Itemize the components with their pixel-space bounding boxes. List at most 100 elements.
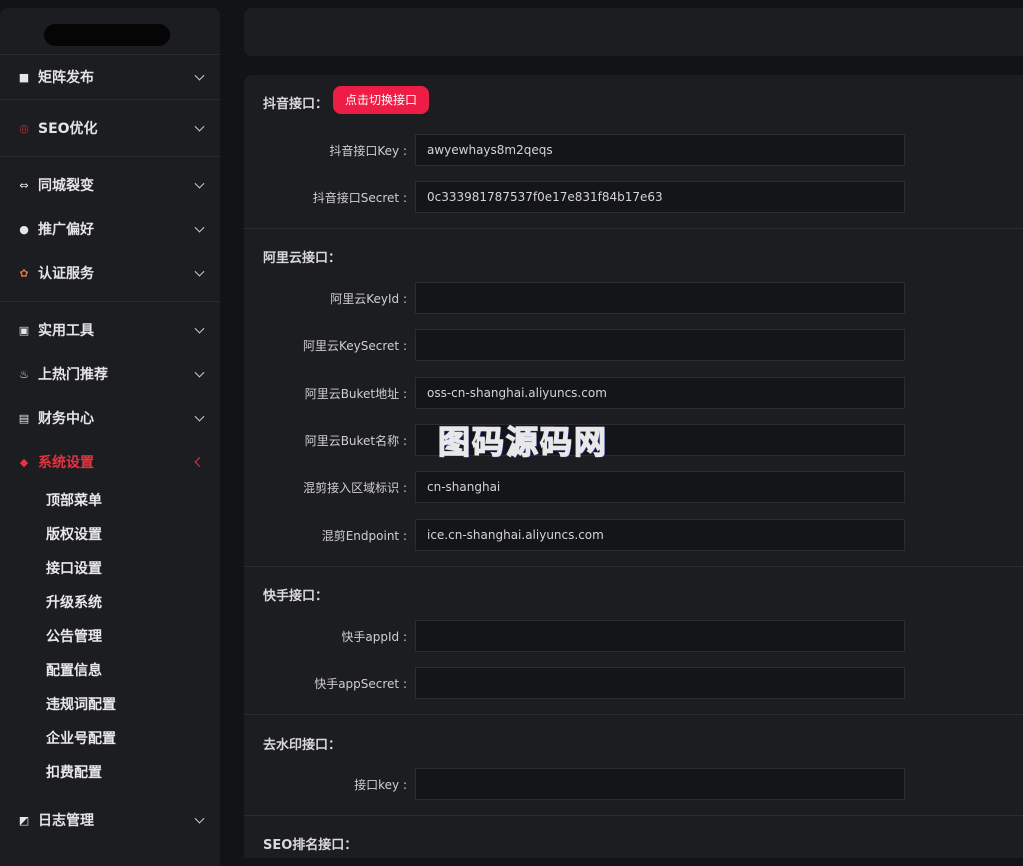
logo (44, 24, 170, 46)
nav-group-2: ◎ SEO优化 (0, 100, 220, 157)
sidebar-item-label: 财务中心 (38, 411, 94, 427)
sidebar: ■ 矩阵发布 ◎ SEO优化 ⇔ 同城裂变 ● 推广偏好 ✿ 认证服务 ▣ 实用… (0, 8, 220, 866)
ice-region-input[interactable] (415, 471, 905, 503)
submenu-item-top-menu[interactable]: 顶部菜单 (0, 484, 220, 518)
aliyun-bucket-name-input[interactable] (415, 424, 905, 456)
chevron-down-icon (194, 121, 205, 132)
aliyun-section-title: 阿里云接口： (263, 251, 342, 266)
field-label: 接口key : (354, 778, 407, 792)
sidebar-item-label: 推广偏好 (38, 222, 94, 238)
sidebar-item-label: 系统设置 (38, 455, 94, 471)
chevron-down-icon (194, 813, 205, 824)
form-row-kuaishou-appid: 快手appId : (244, 620, 1023, 654)
sidebar-item-city-fission[interactable]: ⇔ 同城裂变 (0, 163, 220, 207)
sidebar-item-logs[interactable]: ◩ 日志管理 (0, 798, 220, 842)
sidebar-item-label: 矩阵发布 (38, 70, 94, 86)
settings-submenu: 顶部菜单 版权设置 接口设置 升级系统 公告管理 配置信息 违规词配置 企业号配… (0, 484, 220, 790)
watermark-api-section-title: 去水印接口： (263, 738, 342, 753)
sidebar-item-hot-recommend[interactable]: ♨ 上热门推荐 (0, 352, 220, 396)
field-label: 抖音接口Key : (329, 144, 407, 158)
wallet-icon: ▤ (18, 411, 30, 425)
api-settings-panel: 抖音接口： 点击切换接口 抖音接口Key : 抖音接口Secret : 阿里云接… (244, 75, 1023, 858)
form-row-aliyun-bucket-name: 阿里云Buket名称 : (244, 424, 1023, 458)
log-icon: ◩ (18, 813, 30, 827)
sidebar-item-tools[interactable]: ▣ 实用工具 (0, 308, 220, 352)
chevron-down-icon (194, 367, 205, 378)
submenu-item-upgrade[interactable]: 升级系统 (0, 586, 220, 620)
sidebar-item-label: SEO优化 (38, 121, 98, 137)
field-label: 阿里云Buket名称 : (304, 434, 407, 448)
form-row-aliyun-keysecret: 阿里云KeySecret : (244, 329, 1023, 363)
douyin-key-input[interactable] (415, 134, 905, 166)
sidebar-item-seo[interactable]: ◎ SEO优化 (0, 100, 220, 156)
switch-api-button[interactable]: 点击切换接口 (333, 86, 430, 114)
link-icon: ⇔ (19, 178, 29, 192)
field-label: 混剪接入区域标识 : (303, 481, 407, 495)
settings-icon: ◆ (19, 455, 29, 469)
toolbox-icon: ▣ (18, 323, 30, 337)
kuaishou-appid-input[interactable] (415, 620, 905, 652)
submenu-item-billing[interactable]: 扣费配置 (0, 756, 220, 790)
form-row-watermark-api-key: 接口key : (244, 768, 1023, 802)
nav-group-1: ■ 矩阵发布 (0, 55, 220, 100)
kuaishou-section-title: 快手接口： (263, 589, 329, 604)
aliyun-keyid-input[interactable] (415, 282, 905, 314)
fire-icon: ♨ (19, 367, 29, 381)
field-label: 混剪Endpoint : (321, 529, 407, 543)
form-row-ice-endpoint: 混剪Endpoint : (244, 519, 1023, 553)
chevron-down-icon (194, 178, 205, 189)
sidebar-item-label: 日志管理 (38, 813, 94, 829)
sidebar-item-finance[interactable]: ▤ 财务中心 (0, 396, 220, 440)
field-label: 阿里云Buket地址 : (304, 387, 407, 401)
submenu-item-banned-words[interactable]: 违规词配置 (0, 688, 220, 722)
chevron-left-icon (194, 457, 205, 467)
nav-group-4: ▣ 实用工具 ♨ 上热门推荐 ▤ 财务中心 ◆ 系统设置 顶部菜单 版权设置 接… (0, 302, 220, 842)
chevron-down-icon (194, 266, 205, 277)
nav-group-3: ⇔ 同城裂变 ● 推广偏好 ✿ 认证服务 (0, 157, 220, 302)
field-label: 阿里云KeySecret : (303, 339, 407, 353)
chevron-down-icon (194, 70, 205, 81)
form-row-douyin-key: 抖音接口Key : (244, 134, 1023, 168)
robot-icon: ● (19, 222, 29, 236)
form-row-ice-region: 混剪接入区域标识 : (244, 471, 1023, 505)
top-bar (244, 8, 1023, 56)
section-divider (244, 228, 1023, 229)
sidebar-item-promotion-pref[interactable]: ● 推广偏好 (0, 207, 220, 251)
seo-rank-section-title: SEO排名接口： (263, 838, 358, 853)
chevron-down-icon (194, 222, 205, 233)
sidebar-item-label: 上热门推荐 (38, 367, 108, 383)
submenu-item-config-info[interactable]: 配置信息 (0, 654, 220, 688)
douyin-secret-input[interactable] (415, 181, 905, 213)
form-row-douyin-secret: 抖音接口Secret : (244, 181, 1023, 215)
sidebar-item-label: 同城裂变 (38, 178, 94, 194)
aliyun-keysecret-input[interactable] (415, 329, 905, 361)
submenu-item-announcement[interactable]: 公告管理 (0, 620, 220, 654)
sidebar-item-label: 实用工具 (38, 323, 94, 339)
form-row-kuaishou-appsecret: 快手appSecret : (244, 667, 1023, 701)
sidebar-item-label: 认证服务 (38, 266, 94, 282)
badge-icon: ✿ (19, 266, 29, 280)
sidebar-item-certification[interactable]: ✿ 认证服务 (0, 251, 220, 295)
submenu-item-copyright[interactable]: 版权设置 (0, 518, 220, 552)
field-label: 快手appId : (341, 630, 407, 644)
aliyun-bucket-endpoint-input[interactable] (415, 377, 905, 409)
douyin-section-title: 抖音接口： (263, 97, 329, 112)
kuaishou-appsecret-input[interactable] (415, 667, 905, 699)
submenu-item-api-settings[interactable]: 接口设置 (0, 552, 220, 586)
chevron-down-icon (194, 411, 205, 422)
ice-endpoint-input[interactable] (415, 519, 905, 551)
sidebar-item-system-settings[interactable]: ◆ 系统设置 (0, 440, 220, 484)
form-row-aliyun-keyid: 阿里云KeyId : (244, 282, 1023, 316)
seo-icon: ◎ (19, 121, 29, 135)
field-label: 阿里云KeyId : (330, 292, 407, 306)
submenu-item-enterprise-account[interactable]: 企业号配置 (0, 722, 220, 756)
chevron-down-icon (194, 323, 205, 334)
watermark-api-key-input[interactable] (415, 768, 905, 800)
logo-area (0, 8, 220, 55)
section-divider (244, 566, 1023, 567)
form-row-aliyun-bucket-endpoint: 阿里云Buket地址 : (244, 377, 1023, 411)
field-label: 快手appSecret : (314, 677, 407, 691)
video-icon: ■ (18, 70, 30, 84)
field-label: 抖音接口Secret : (312, 191, 407, 205)
sidebar-item-matrix-publish[interactable]: ■ 矩阵发布 (0, 55, 220, 99)
